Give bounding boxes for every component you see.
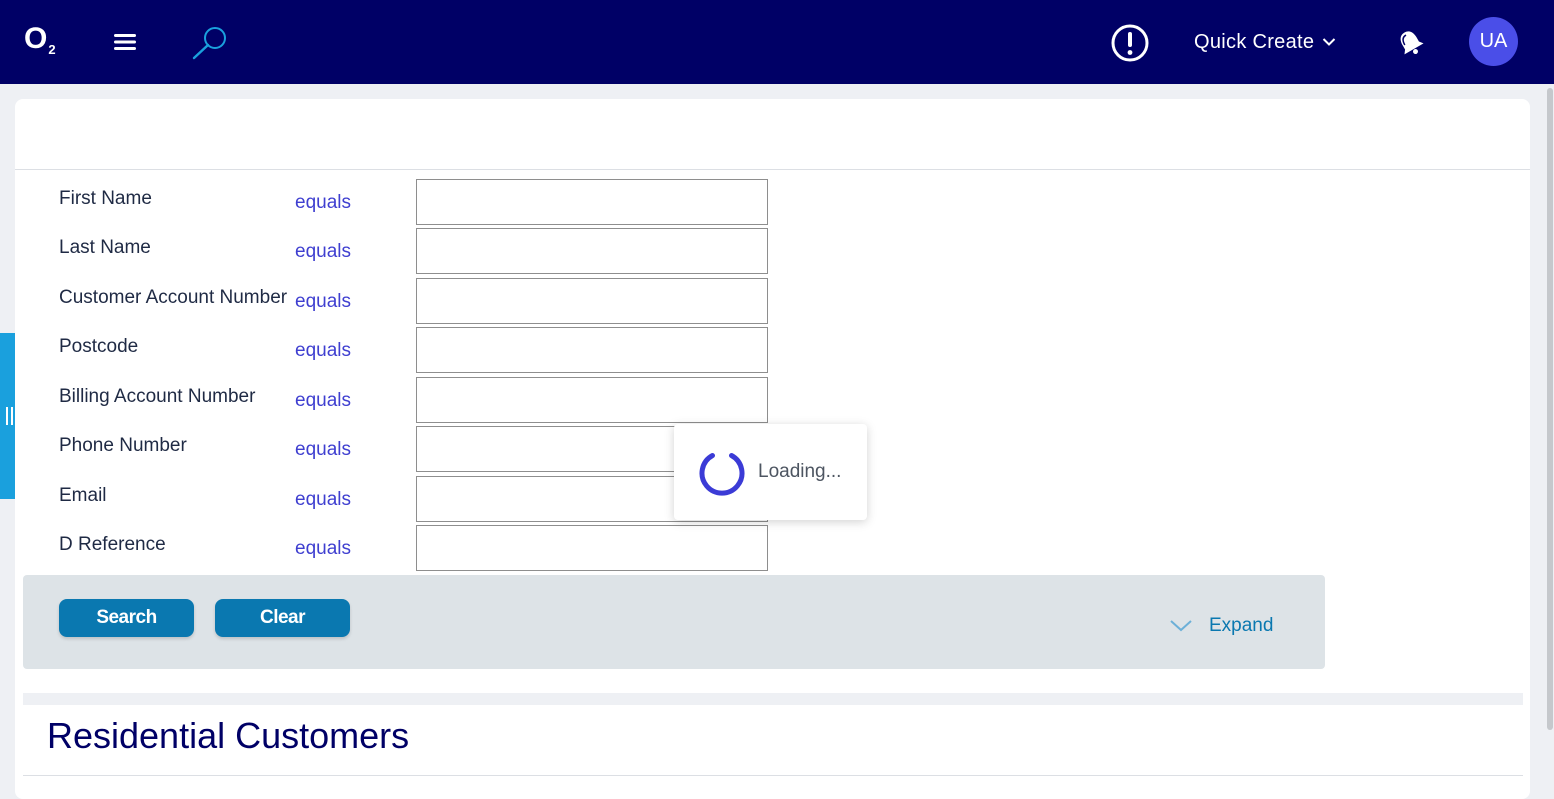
o2-logo[interactable]: O2 — [24, 22, 56, 59]
form-row-customer-account-number: Customer Account Number equals — [59, 278, 799, 326]
notification-bell-icon[interactable] — [1394, 26, 1426, 58]
chevron-down-icon — [1323, 38, 1336, 46]
last-name-input[interactable] — [416, 228, 768, 274]
field-label: D Reference — [59, 534, 166, 555]
operator-selector[interactable]: equals — [295, 489, 351, 511]
field-label: Billing Account Number — [59, 386, 256, 407]
field-label: Last Name — [59, 237, 151, 258]
expand-label: Expand — [1209, 615, 1274, 636]
form-row-billing-account-number: Billing Account Number equals — [59, 377, 799, 425]
section-title: Residential Customers — [47, 715, 410, 756]
search-icon[interactable] — [190, 24, 230, 62]
user-avatar[interactable]: UA — [1469, 17, 1518, 66]
card-divider — [15, 169, 1530, 170]
form-row-first-name: First Name equals — [59, 179, 799, 227]
operator-selector[interactable]: equals — [295, 439, 351, 461]
top-navigation-bar: O2 Quick Create UA — [0, 0, 1554, 84]
section-divider — [23, 775, 1523, 776]
loading-text: Loading... — [758, 461, 842, 482]
field-label: Email — [59, 485, 107, 506]
field-label: Phone Number — [59, 435, 187, 456]
billing-account-number-input[interactable] — [416, 377, 768, 423]
d-reference-input[interactable] — [416, 525, 768, 571]
operator-selector[interactable]: equals — [295, 241, 351, 263]
loading-spinner-icon — [699, 453, 745, 496]
form-row-last-name: Last Name equals — [59, 228, 799, 276]
page-scrollbar-thumb[interactable] — [1547, 88, 1553, 730]
quick-create-label: Quick Create — [1194, 30, 1315, 53]
loading-popup: Loading... — [674, 424, 867, 520]
operator-selector[interactable]: equals — [295, 192, 351, 214]
clear-button[interactable]: Clear — [215, 599, 350, 637]
field-label: Postcode — [59, 336, 139, 357]
first-name-input[interactable] — [416, 179, 768, 225]
field-label: First Name — [59, 188, 152, 209]
customer-account-number-input[interactable] — [416, 278, 768, 324]
search-actions-bar: Search Clear Expand — [23, 575, 1325, 669]
operator-selector[interactable]: equals — [295, 538, 351, 560]
quick-create-dropdown[interactable]: Quick Create — [1194, 28, 1336, 56]
logo-text: O — [24, 22, 48, 55]
logo-subscript: 2 — [48, 42, 56, 57]
search-button[interactable]: Search — [59, 599, 194, 637]
chevron-down-icon — [1170, 620, 1192, 632]
field-label: Customer Account Number — [59, 287, 288, 308]
operator-selector[interactable]: equals — [295, 291, 351, 313]
alert-icon[interactable] — [1110, 23, 1150, 63]
form-row-postcode: Postcode equals — [59, 327, 799, 375]
expand-toggle[interactable]: Expand — [1169, 615, 1273, 637]
operator-selector[interactable]: equals — [295, 390, 351, 412]
operator-selector[interactable]: equals — [295, 340, 351, 362]
postcode-input[interactable] — [416, 327, 768, 373]
section-separator — [23, 693, 1523, 705]
form-row-d-reference: D Reference equals — [59, 525, 799, 573]
hamburger-menu-icon[interactable] — [114, 31, 138, 53]
